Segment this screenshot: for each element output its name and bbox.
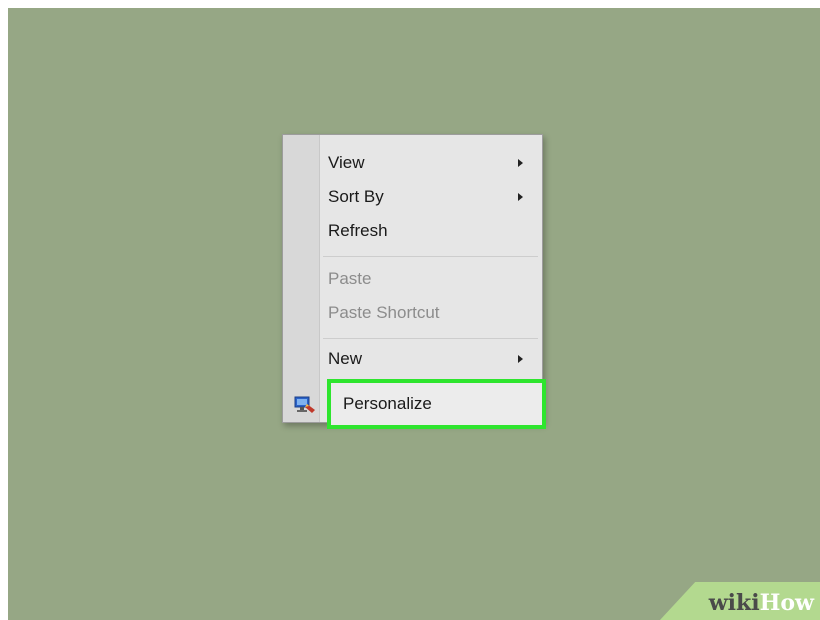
menu-item-refresh[interactable]: Refresh (328, 214, 388, 248)
menu-separator (323, 338, 538, 339)
menu-item-new[interactable]: New (328, 342, 362, 376)
menu-item-paste-shortcut: Paste Shortcut (328, 303, 440, 322)
watermark-part-1: wiki (708, 590, 760, 616)
wikihow-watermark: wikiHow (709, 590, 814, 616)
menu-item-sort-by[interactable]: Sort By (328, 180, 384, 214)
menu-item-paste: Paste (328, 269, 372, 288)
submenu-arrow-icon (518, 159, 523, 167)
submenu-arrow-icon (518, 355, 523, 363)
submenu-arrow-icon (518, 193, 523, 201)
menu-separator (323, 256, 538, 257)
personalize-monitor-icon (294, 396, 315, 413)
menu-item-view[interactable]: View (328, 146, 365, 180)
menu-icon-gutter (283, 135, 320, 422)
menu-item-personalize[interactable]: Personalize (327, 379, 546, 429)
watermark-part-2: How (759, 590, 814, 616)
menu-item-personalize-label: Personalize (343, 394, 432, 413)
